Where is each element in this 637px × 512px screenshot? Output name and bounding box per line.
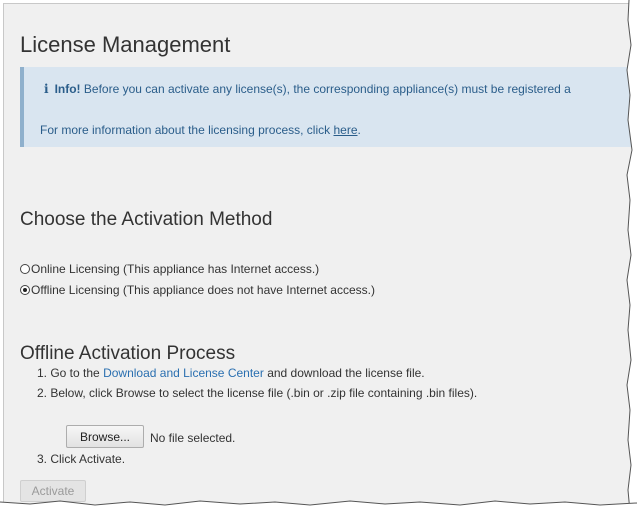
torn-edge-bottom [0, 500, 637, 512]
info-message-line: i Info! Before you can activate any licen… [44, 82, 571, 96]
step-1: 1. Go to the Download and License Center… [37, 366, 425, 380]
online-licensing-label[interactable]: Online Licensing (This appliance has Int… [31, 262, 319, 276]
step-3: 3. Click Activate. [37, 452, 126, 466]
browse-button[interactable]: Browse... [66, 425, 144, 448]
info-more-line: For more information about the licensing… [40, 123, 361, 137]
offline-licensing-label[interactable]: Offline Licensing (This appliance does n… [31, 283, 375, 297]
torn-edge-right [625, 0, 637, 512]
info-more-suffix: . [357, 123, 361, 137]
info-more-text: For more information about the licensing… [40, 123, 331, 137]
info-icon: i [44, 82, 49, 96]
offline-licensing-option[interactable]: Offline Licensing (This appliance does n… [20, 283, 375, 297]
page-title: License Management [20, 32, 231, 57]
activation-method-heading: Choose the Activation Method [20, 209, 273, 230]
online-licensing-radio[interactable] [20, 264, 30, 274]
online-licensing-option[interactable]: Online Licensing (This appliance has Int… [20, 262, 319, 276]
file-status: No file selected. [150, 431, 236, 445]
step-1-suffix: and download the license file. [267, 366, 425, 380]
step-1-prefix: 1. Go to the [37, 366, 100, 380]
download-license-center-link[interactable]: Download and License Center [103, 366, 264, 380]
licensing-help-link[interactable]: here [333, 123, 357, 137]
offline-process-heading: Offline Activation Process [20, 343, 236, 364]
offline-licensing-radio[interactable] [20, 285, 30, 295]
info-message: Before you can activate any license(s), … [83, 82, 571, 96]
info-label: Info! [54, 82, 81, 96]
license-management-panel: License Management i Info! Before you can… [3, 3, 631, 504]
info-alert: i Info! Before you can activate any licen… [20, 67, 631, 147]
step-2: 2. Below, click Browse to select the lic… [37, 386, 478, 400]
